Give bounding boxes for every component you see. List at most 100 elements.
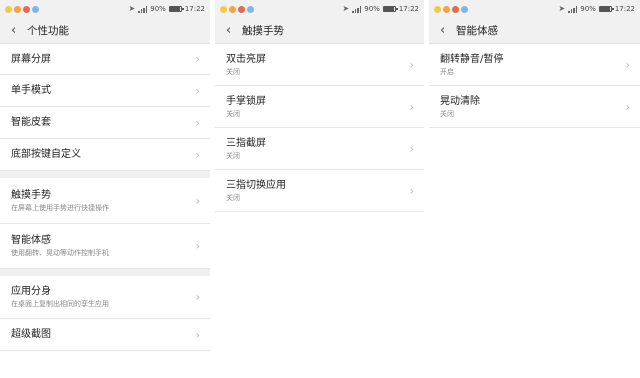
battery-percent: 90% (580, 5, 596, 13)
item-title: 翻转静音/暂停 (440, 53, 504, 65)
item-subtitle: 使用翻转、晃动等动作控制手机 (11, 249, 109, 257)
back-arrow-icon[interactable]: ‹ (226, 24, 238, 37)
status-right-group: ➤ 90% 17:22 (558, 4, 635, 14)
chevron-right-icon: › (195, 239, 200, 253)
battery-percent: 90% (364, 5, 380, 13)
back-arrow-icon[interactable]: ‹ (11, 24, 23, 37)
section-divider (0, 269, 210, 276)
chevron-right-icon: › (409, 100, 414, 113)
send-icon: ➤ (342, 4, 350, 13)
notification-icon (247, 5, 254, 13)
chevron-right-icon: › (195, 148, 200, 161)
status-time: 17:22 (398, 5, 419, 13)
battery-icon (382, 6, 398, 12)
battery-icon (168, 6, 184, 12)
signal-icon (352, 5, 362, 13)
settings-list-item[interactable]: 智能皮套 › (0, 107, 210, 139)
chevron-right-icon: › (625, 100, 630, 113)
settings-list-item[interactable]: 底部按键自定义 › (0, 139, 210, 171)
notification-icons (434, 5, 468, 13)
notification-icon (238, 5, 245, 13)
item-title: 晃动清除 (440, 95, 480, 107)
status-bar: ➤ 90% 17:22 (215, 0, 424, 18)
chevron-right-icon: › (409, 58, 414, 71)
settings-list-item[interactable]: 手掌锁屏 关闭 › (215, 86, 424, 128)
notification-icons (5, 5, 39, 13)
chevron-right-icon: › (409, 142, 414, 155)
item-title: 底部按键自定义 (11, 149, 81, 160)
notification-icon (443, 5, 450, 13)
item-title: 三指截屏 (226, 137, 266, 149)
signal-icon (568, 5, 578, 13)
settings-list-item[interactable]: 单手模式 › (0, 75, 210, 107)
page-title: 智能体感 (456, 25, 498, 37)
send-icon: ➤ (558, 4, 566, 13)
send-icon: ➤ (128, 4, 136, 13)
status-right-group: ➤ 90% 17:22 (128, 4, 205, 14)
chevron-right-icon: › (195, 194, 200, 207)
settings-list-item[interactable]: 三指截屏关闭 › (215, 128, 424, 170)
item-title: 应用分身 (11, 286, 51, 297)
settings-list-item[interactable]: 触摸手势在屏幕上使用手势进行快捷操作 › (0, 178, 210, 224)
item-subtitle: 关闭 (226, 67, 240, 76)
settings-list-item[interactable]: 屏幕分屏 › (0, 44, 210, 75)
chevron-right-icon: › (625, 58, 630, 71)
chevron-right-icon: › (195, 328, 200, 341)
item-subtitle: 在屏幕上使用手势进行快捷操作 (11, 203, 109, 212)
item-subtitle: 在桌面上复制出相同的孪生应用 (11, 300, 109, 308)
item-subtitle: 关闭 (226, 151, 240, 160)
status-bar: ➤ 90% 17:22 (0, 0, 210, 18)
notification-icon (23, 5, 30, 13)
status-right-group: ➤ 90% 17:22 (342, 4, 419, 14)
status-bar: ➤ 90% 17:22 (429, 0, 640, 18)
settings-list-item[interactable]: 翻转静音/暂停 开启 › (429, 44, 640, 86)
item-title: 三指切换应用 (226, 179, 286, 191)
settings-panel-smart-motion: ➤ 90% 17:22 ‹ 智能体感翻转静音/暂停 开启 › 晃动清除关闭 › (429, 0, 640, 378)
back-arrow-icon[interactable]: ‹ (440, 24, 452, 37)
notification-icon (461, 5, 468, 13)
item-title: 屏幕分屏 (11, 53, 51, 65)
chevron-right-icon: › (195, 290, 200, 304)
settings-panel-touch-gestures: ➤ 90% 17:22 ‹ 触摸手势 双击亮屏 关闭 › 手掌锁屏 关闭 › 三指截屏 关闭 › 三指切换应… (215, 0, 424, 378)
settings-list-item[interactable]: 三指切换应用 关闭 › (215, 170, 424, 212)
notification-icon (434, 5, 441, 13)
battery-icon (598, 6, 614, 12)
settings-list-item[interactable]: 晃动清除关闭 › (429, 86, 640, 128)
status-time: 17:22 (184, 5, 205, 13)
notification-icon (229, 5, 236, 13)
battery-percent: 90% (150, 5, 166, 13)
item-title: 智能体感 (11, 235, 51, 246)
item-title: 超级截图 (11, 329, 51, 340)
item-title: 智能皮套 (11, 117, 51, 128)
signal-icon (138, 5, 148, 13)
item-title: 双击亮屏 (226, 53, 266, 65)
section-divider (0, 171, 210, 178)
chevron-right-icon: › (195, 52, 200, 66)
status-time: 17:22 (614, 5, 635, 13)
item-subtitle: 开启 (440, 67, 454, 76)
battery-level (169, 7, 180, 11)
app-bar: ‹ 个性功能 (0, 18, 210, 44)
settings-list-item[interactable]: 应用分身在桌面上复制出相同的孪生应用 › (0, 276, 210, 319)
item-subtitle: 关闭 (226, 109, 240, 118)
page-title: 触摸手势 (242, 25, 284, 37)
settings-panel-personal-features: ➤ 90% 17:22 ‹ 个性功能 屏幕分屏 › 单手模式 › 智能皮套 › 底部按键自定义 › 触摸手… (0, 0, 210, 378)
item-title: 触摸手势 (11, 189, 51, 201)
chevron-right-icon: › (195, 84, 200, 97)
item-title: 单手模式 (11, 85, 51, 96)
item-subtitle: 关闭 (440, 109, 454, 118)
settings-list-item[interactable]: 智能体感使用翻转、晃动等动作控制手机 › (0, 224, 210, 269)
settings-list-item[interactable]: 双击亮屏关闭 › (215, 44, 424, 86)
chevron-right-icon: › (409, 184, 414, 197)
battery-level (599, 7, 610, 11)
page-title: 个性功能 (27, 25, 69, 37)
battery-level (383, 7, 394, 11)
screenshot-collage: ➤ 90% 17:22 ‹ 个性功能 屏幕分屏 › 单手模式 › 智能皮套 › 底部按键自定义 › 触摸手… (0, 0, 640, 378)
app-bar: ‹ 触摸手势 (215, 18, 424, 44)
notification-icon (32, 5, 39, 13)
notification-icon (452, 5, 459, 13)
notification-icon (14, 5, 21, 13)
chevron-right-icon: › (195, 116, 200, 129)
notification-icons (220, 5, 254, 13)
settings-list-item[interactable]: 超级截图 › (0, 319, 210, 351)
